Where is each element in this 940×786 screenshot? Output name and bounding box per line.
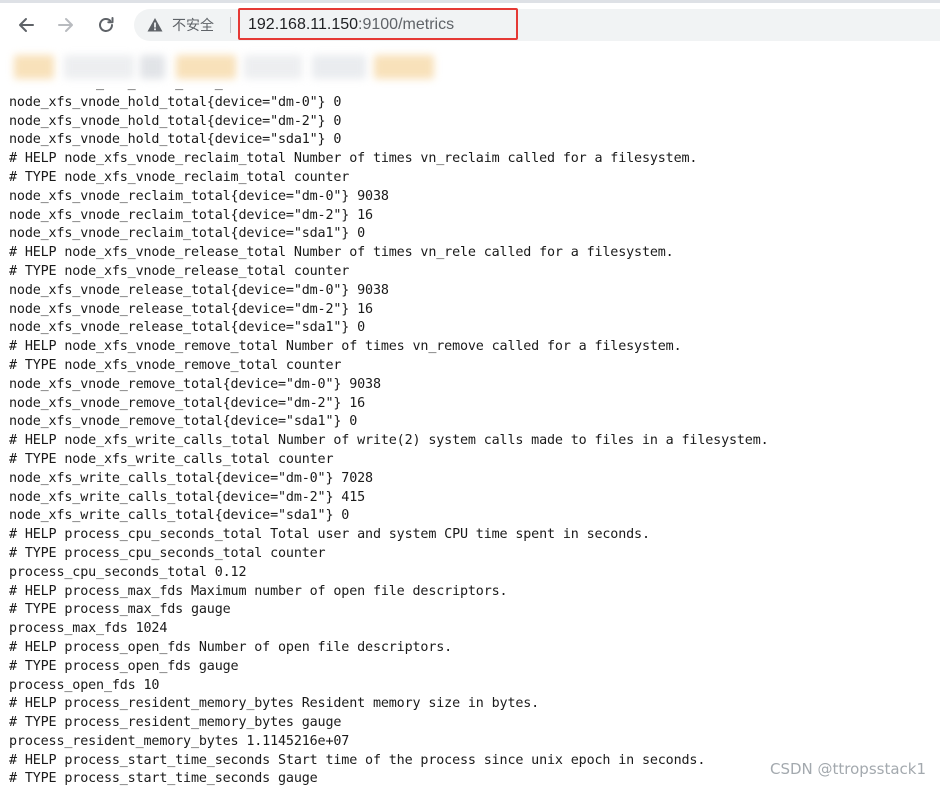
metric-line: process_max_fds 1024 [9, 621, 168, 637]
metric-line: # TYPE node_xfs_vnode_remove_total count… [9, 357, 342, 373]
blurred-bookmark[interactable] [64, 55, 134, 79]
metric-line: # TYPE node_xfs_vnode_hold_total counter [9, 87, 769, 94]
metric-line: # TYPE process_resident_memory_bytes gau… [9, 715, 342, 731]
metric-line: node_xfs_vnode_reclaim_total{device="dm-… [9, 207, 373, 223]
metric-line: node_xfs_vnode_hold_total{device="sda1"}… [9, 132, 342, 148]
blurred-bookmark[interactable] [374, 55, 434, 79]
metric-line: # TYPE process_max_fds gauge [9, 602, 231, 618]
url-host: 192.168.11.150 [248, 16, 359, 33]
metric-line: # HELP node_xfs_vnode_release_total Numb… [9, 245, 674, 261]
metric-line: node_xfs_write_calls_total{device="sda1"… [9, 508, 350, 524]
metric-line: # TYPE process_open_fds gauge [9, 658, 239, 674]
reload-button[interactable] [92, 11, 120, 39]
page-content: # TYPE node_xfs_vnode_hold_total counter… [0, 87, 940, 786]
omnibox-divider [230, 17, 231, 33]
forward-arrow-icon [58, 18, 73, 32]
metric-line: # HELP process_max_fds Maximum number of… [9, 583, 508, 599]
metric-line: # HELP process_resident_memory_bytes Res… [9, 696, 540, 712]
metric-line: node_xfs_vnode_reclaim_total{device="dm-… [9, 188, 389, 204]
warning-triangle-icon [147, 18, 163, 32]
metric-line: node_xfs_write_calls_total{device="dm-0"… [9, 470, 373, 486]
url-path: /metrics [398, 16, 455, 33]
blurred-bookmark[interactable] [14, 55, 54, 79]
metric-line: # HELP node_xfs_vnode_remove_total Numbe… [9, 339, 682, 355]
reload-icon [99, 17, 114, 32]
url-port: :9100 [358, 16, 399, 33]
metric-line: node_xfs_write_calls_total{device="dm-2"… [9, 489, 366, 505]
metric-line: process_resident_memory_bytes 1.1145216e… [9, 733, 350, 749]
metric-line: node_xfs_vnode_remove_total{device="sda1… [9, 414, 358, 430]
blurred-bookmark[interactable] [312, 55, 366, 79]
url-text[interactable]: 192.168.11.150:9100/metrics [248, 9, 454, 41]
metric-line: # TYPE process_start_time_seconds gauge [9, 771, 318, 786]
metric-line: # HELP process_start_time_seconds Start … [9, 752, 706, 768]
blurred-bookmark[interactable] [140, 55, 165, 79]
blurred-bookmark[interactable] [244, 55, 302, 79]
blurred-bookmark[interactable] [176, 55, 236, 79]
metric-line: node_xfs_vnode_hold_total{device="dm-2"}… [9, 113, 342, 129]
metric-line: # TYPE node_xfs_write_calls_total counte… [9, 451, 334, 467]
metric-line: # HELP process_cpu_seconds_total Total u… [9, 527, 650, 543]
metric-line: node_xfs_vnode_release_total{device="dm-… [9, 282, 389, 298]
metric-line: process_cpu_seconds_total 0.12 [9, 564, 247, 580]
metric-line: node_xfs_vnode_release_total{device="sda… [9, 320, 366, 336]
metric-line: node_xfs_vnode_hold_total{device="dm-0"}… [9, 94, 342, 110]
metric-line: node_xfs_vnode_remove_total{device="dm-2… [9, 395, 366, 411]
watermark: CSDN @ttropsstack1 [769, 760, 926, 778]
metric-line: # HELP process_open_fds Number of open f… [9, 639, 453, 655]
metric-line: # TYPE process_cpu_seconds_total counter [9, 545, 326, 561]
back-arrow-icon [19, 18, 34, 32]
metric-line: process_open_fds 10 [9, 677, 160, 693]
browser-toolbar: 不安全 192.168.11.150:9100/metrics [0, 3, 940, 47]
metric-line: node_xfs_vnode_remove_total{device="dm-0… [9, 376, 381, 392]
security-chip[interactable]: 不安全 [146, 9, 214, 41]
metric-line: # TYPE node_xfs_vnode_reclaim_total coun… [9, 169, 350, 185]
metrics-text: # TYPE node_xfs_vnode_hold_total counter… [9, 87, 769, 786]
metric-line: # TYPE node_xfs_vnode_release_total coun… [9, 263, 350, 279]
address-bar[interactable]: 不安全 192.168.11.150:9100/metrics [134, 8, 940, 41]
metric-line: node_xfs_vnode_release_total{device="dm-… [9, 301, 373, 317]
forward-button[interactable] [52, 11, 80, 39]
bookmarks-bar-blurred [0, 47, 940, 87]
metric-line: # HELP node_xfs_vnode_reclaim_total Numb… [9, 151, 698, 167]
security-label: 不安全 [172, 18, 214, 34]
metric-line: # HELP node_xfs_write_calls_total Number… [9, 433, 769, 449]
back-button[interactable] [12, 11, 40, 39]
metric-line: node_xfs_vnode_reclaim_total{device="sda… [9, 226, 366, 242]
